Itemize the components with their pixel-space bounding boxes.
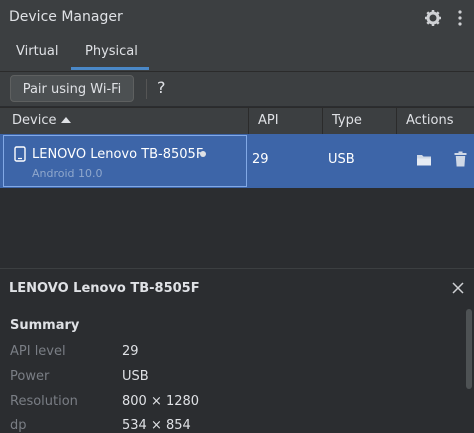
toolbar-separator: [146, 79, 147, 99]
close-icon[interactable]: [451, 281, 465, 295]
property-value-resolution: 800 × 1280: [122, 394, 200, 409]
toolbar: Pair using Wi-Fi ?: [0, 72, 474, 106]
table-row[interactable]: LENOVO Lenovo TB-8505F Android 10.0 29 U…: [0, 134, 474, 188]
column-header-api[interactable]: API: [258, 113, 279, 128]
more-icon[interactable]: [450, 8, 470, 28]
pair-using-wifi-button[interactable]: Pair using Wi-Fi: [10, 75, 134, 102]
property-value-power: USB: [122, 369, 149, 384]
tab-physical[interactable]: Physical: [85, 44, 138, 59]
details-title: LENOVO Lenovo TB-8505F: [9, 281, 200, 296]
column-header-type[interactable]: Type: [332, 113, 362, 128]
property-value-dp: 534 × 854: [122, 418, 191, 433]
device-android-version: Android 10.0: [32, 167, 103, 180]
tool-window-titlebar: Device Manager: [0, 0, 474, 38]
column-header-device[interactable]: Device: [12, 113, 56, 128]
property-label-power: Power: [10, 369, 50, 384]
device-status-dot-icon: [200, 151, 206, 157]
column-divider[interactable]: [248, 108, 249, 134]
device-connection-type: USB: [328, 152, 355, 167]
device-name: LENOVO Lenovo TB-8505F: [32, 147, 204, 162]
details-panel: Summary API level 29 Power USB Resolutio…: [0, 309, 474, 433]
gear-icon[interactable]: [423, 8, 443, 28]
tool-window-title: Device Manager: [9, 9, 123, 25]
device-api-level: 29: [252, 152, 269, 167]
details-panel-header: LENOVO Lenovo TB-8505F: [0, 268, 474, 310]
device-type-tabs: Virtual Physical: [0, 37, 474, 72]
device-table-empty-space: [0, 188, 474, 268]
property-value-api-level: 29: [122, 344, 139, 359]
phone-icon: [14, 146, 26, 162]
help-button[interactable]: ?: [157, 78, 166, 97]
selected-tab-indicator: [71, 67, 149, 70]
column-divider[interactable]: [322, 108, 323, 134]
column-header-actions: Actions: [406, 113, 454, 128]
summary-heading: Summary: [10, 318, 80, 333]
column-divider[interactable]: [396, 108, 397, 134]
tab-virtual[interactable]: Virtual: [16, 44, 58, 59]
property-label-api-level: API level: [10, 344, 66, 359]
property-label-resolution: Resolution: [10, 394, 78, 409]
property-label-dp: dp: [10, 418, 27, 433]
trash-icon[interactable]: [454, 151, 467, 167]
folder-icon[interactable]: [416, 153, 432, 167]
sort-ascending-icon: [61, 117, 71, 123]
device-cell[interactable]: LENOVO Lenovo TB-8505F Android 10.0: [3, 135, 247, 187]
device-table-header: Device API Type Actions: [0, 107, 474, 135]
details-scrollbar[interactable]: [466, 309, 472, 389]
